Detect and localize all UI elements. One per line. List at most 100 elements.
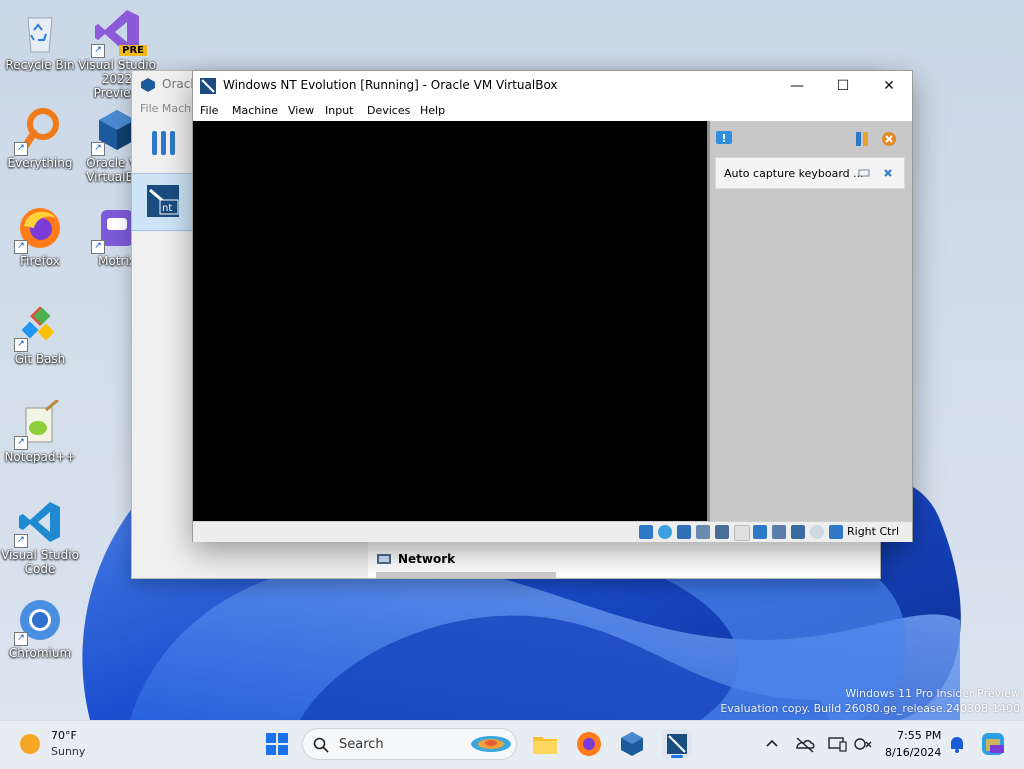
everything-search-icon: ↗ [14, 106, 64, 156]
desktop-icon-chromium[interactable]: ↗ Chromium [0, 596, 80, 660]
shortcut-arrow-icon: ↗ [91, 142, 105, 156]
start-icon [266, 733, 288, 755]
network-icon [377, 554, 391, 564]
hard-disk-icon[interactable] [639, 525, 653, 539]
menu-input[interactable]: Input [325, 104, 353, 117]
vm-window[interactable]: Windows NT Evolution [Running] - Oracle … [192, 70, 913, 542]
desktop-icon-label: Recycle Bin [5, 58, 75, 72]
menu-devices[interactable]: Devices [367, 104, 410, 117]
search-input[interactable]: Search [302, 728, 517, 760]
close-notification-icon[interactable] [882, 167, 894, 179]
show-hidden-icons-button[interactable] [760, 730, 784, 758]
svg-text:nt: nt [162, 203, 172, 214]
file-explorer-icon [533, 737, 557, 754]
tools-item[interactable] [132, 119, 192, 171]
desktop-icon-everything[interactable]: ↗ Everything [0, 106, 80, 170]
mouse-integration-icon[interactable] [810, 525, 824, 539]
close-button[interactable]: ✕ [866, 71, 912, 101]
keyboard-capture-icon[interactable] [829, 525, 843, 539]
search-highlight-icon [471, 736, 511, 752]
recording-icon[interactable] [791, 525, 805, 539]
desktop-icon-firefox[interactable]: ↗ Firefox [0, 204, 80, 268]
watermark-line: Evaluation copy. Build 26080.ge_release.… [720, 702, 1020, 715]
desktop-icon-recycle-bin[interactable]: Recycle Bin [0, 8, 80, 72]
menu-file[interactable]: File [200, 104, 218, 117]
desktop-icon-label: Notepad++ [4, 450, 76, 464]
notification-text: Auto capture keyboard ... [724, 167, 864, 180]
notification-center-pane: Auto capture keyboard ... [707, 121, 912, 521]
shortcut-arrow-icon: ↗ [14, 240, 28, 254]
vscode-icon: ↗ [14, 498, 64, 548]
menu-help[interactable]: Help [420, 104, 445, 117]
tools-icon [152, 131, 175, 155]
clock-time: 7:55 PM [897, 729, 942, 742]
onedrive-icon [796, 737, 815, 753]
shortcut-arrow-icon: ↗ [14, 142, 28, 156]
desktop-icon-label: Chromium [8, 646, 72, 660]
firefox-icon [577, 732, 601, 756]
notepad-plus-plus-icon: ↗ [14, 398, 64, 450]
desktop-icon-git-bash[interactable]: ↗ Git Bash [0, 302, 80, 366]
virtualbox-icon [621, 732, 643, 756]
minimize-button[interactable]: — [774, 71, 820, 101]
host-key-label: Right Ctrl [847, 525, 900, 538]
display-button[interactable] [825, 730, 849, 758]
title-bar[interactable]: Windows NT Evolution [Running] - Oracle … [193, 71, 912, 101]
dismiss-all-icon[interactable] [880, 130, 898, 148]
taskbar-app-virtualbox-manager[interactable] [617, 729, 647, 759]
chevron-up-icon [766, 739, 778, 747]
windows-nt-vm-icon [200, 78, 216, 94]
weather-temperature: 70°F [51, 729, 77, 742]
virtualbox-icon [141, 78, 155, 92]
network-section: Network [368, 541, 880, 578]
toggle-stick-icon[interactable] [854, 130, 872, 148]
display-icon[interactable] [772, 525, 786, 539]
menu-bar: File Machine View Input Devices Help [193, 101, 912, 121]
desktop-icon-label: Everything [7, 156, 73, 170]
preview-badge: PRE [119, 45, 147, 56]
start-button[interactable] [262, 729, 292, 759]
copilot-button[interactable] [978, 729, 1008, 759]
menu-view[interactable]: View [288, 104, 314, 117]
taskbar-app-file-explorer[interactable] [530, 729, 560, 759]
audio-icon[interactable] [696, 525, 710, 539]
onedrive-button[interactable] [793, 730, 817, 758]
shortcut-arrow-icon: ↗ [14, 436, 28, 450]
search-placeholder: Search [339, 737, 384, 752]
taskbar-app-firefox[interactable] [574, 729, 604, 759]
vm-display[interactable] [193, 121, 707, 521]
network-icon[interactable] [715, 525, 729, 539]
search-icon [313, 737, 329, 753]
notification-center-icon[interactable] [715, 130, 733, 148]
git-bash-icon: ↗ [14, 302, 64, 352]
taskbar-app-vm-window[interactable] [662, 729, 692, 759]
shortcut-arrow-icon: ↗ [14, 534, 28, 548]
network-label: Network [398, 552, 456, 566]
notification-item[interactable]: Auto capture keyboard ... [715, 157, 905, 189]
keyboard-capture-icon[interactable] [858, 167, 870, 179]
network-detail-text [376, 572, 556, 578]
shortcut-arrow-icon: ↗ [91, 240, 105, 254]
shortcut-arrow-icon: ↗ [91, 44, 105, 58]
desktop-icon-vscode[interactable]: ↗ Visual Studio Code [0, 498, 80, 576]
floppy-icon[interactable] [677, 525, 691, 539]
weather-condition: Sunny [51, 745, 86, 758]
window-title: Windows NT Evolution [Running] - Oracle … [223, 78, 558, 92]
shared-folders-icon[interactable] [753, 525, 767, 539]
desktop-icon-label: Firefox [20, 254, 60, 268]
accessibility-icon [854, 738, 872, 750]
optical-drive-icon[interactable] [658, 525, 672, 539]
vm-list-item-selected[interactable]: nt [132, 173, 192, 231]
notification-bell-icon [951, 737, 963, 753]
watermark-line: Windows 11 Pro Insider Preview [845, 687, 1020, 700]
usb-icon[interactable] [734, 525, 750, 541]
notifications-button[interactable] [945, 731, 969, 759]
desktop-icon-notepad-plus-plus[interactable]: ↗ Notepad++ [0, 398, 80, 464]
recycle-bin-icon [16, 8, 64, 56]
desktop-icon-label: Git Bash [14, 352, 66, 366]
accessibility-button[interactable] [851, 730, 875, 758]
sun-icon [20, 734, 40, 754]
menu-machine[interactable]: Machine [232, 104, 278, 117]
shortcut-arrow-icon: ↗ [14, 632, 28, 646]
maximize-button[interactable]: ☐ [820, 71, 866, 101]
